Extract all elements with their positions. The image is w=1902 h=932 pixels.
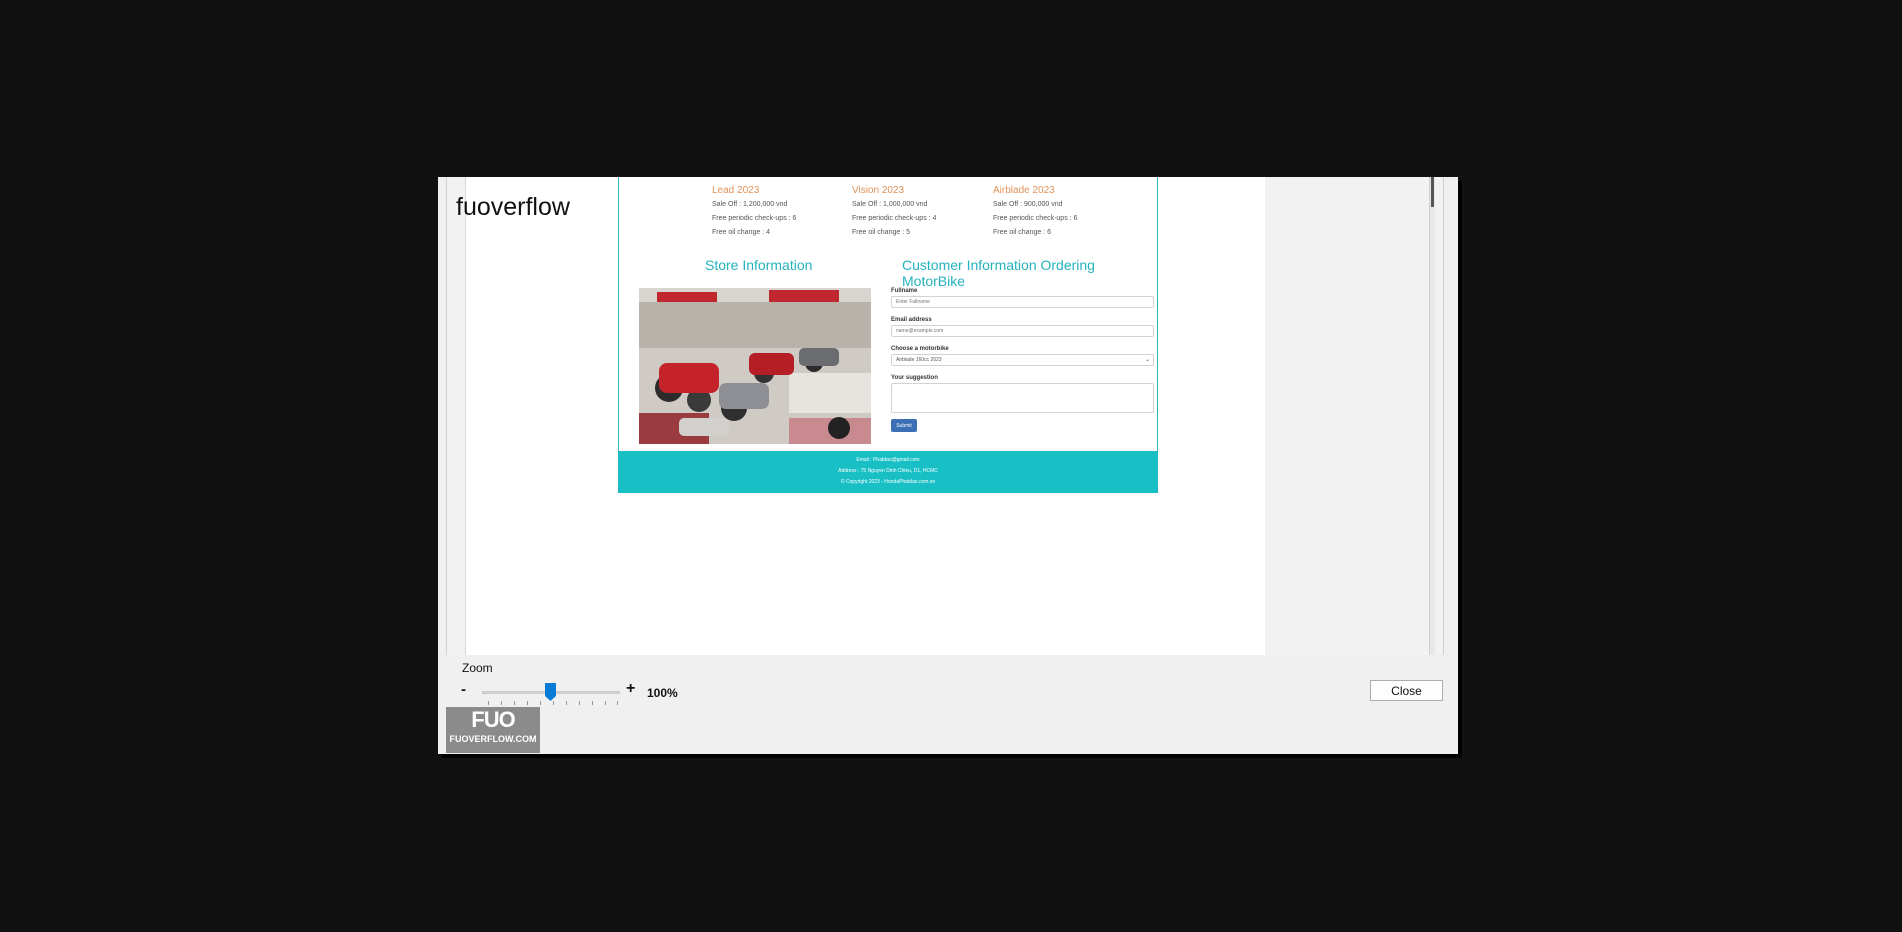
logo-main-text: FUO — [471, 707, 515, 732]
fuoverflow-logo: FUO FUOVERFLOW.COM — [446, 707, 540, 753]
viewer-title: fuoverflow — [456, 193, 570, 221]
fullname-input[interactable] — [891, 296, 1154, 308]
email-input[interactable] — [891, 325, 1154, 337]
promo-name: Vision 2023 — [852, 185, 905, 196]
zoom-out-button[interactable]: - — [461, 681, 466, 698]
zoom-in-button[interactable]: + — [626, 680, 635, 698]
vertical-scrollbar[interactable] — [1429, 177, 1435, 655]
promo-sale: Sale Off : 900,000 vnd — [993, 201, 1063, 208]
store-heading: Store Information — [705, 257, 813, 273]
promo-checkups: Free periodic check-ups : 6 — [712, 215, 797, 222]
promo-lead: Lead 2023 Sale Off : 1,200,000 vnd Free … — [712, 185, 842, 243]
footer-copyright: © Copyright 2023 - HondaPhatdao.com.vn — [840, 479, 936, 485]
suggestion-textarea[interactable] — [891, 383, 1154, 413]
page-footer: Email : Phatdao@gmail.com Address : 75 N… — [619, 451, 1157, 493]
zoom-value: 100% — [647, 686, 678, 700]
form-heading: Customer Information Ordering MotorBike — [902, 257, 1095, 289]
fullname-label: Fullname — [891, 288, 918, 294]
promo-oil: Free oil change : 4 — [712, 229, 770, 236]
page-canvas: Lead 2023 Sale Off : 1,200,000 vnd Free … — [465, 177, 1265, 655]
footer-address: Address : 75 Nguyen Dinh Chieu, D1, HCMC — [838, 468, 938, 474]
zoom-slider-thumb[interactable] — [545, 683, 556, 701]
image-viewer-window: fuoverflow Lead 2023 Sale Off : 1,200,00… — [438, 177, 1458, 754]
promo-checkups: Free periodic check-ups : 4 — [852, 215, 937, 222]
chevron-down-icon: ⌄ — [1144, 357, 1150, 363]
promo-vision: Vision 2023 Sale Off : 1,000,000 vnd Fre… — [852, 185, 982, 243]
zoom-slider-ticks — [488, 701, 618, 705]
footer-email: Email : Phatdao@gmail.com — [856, 457, 920, 463]
promo-airblade: Airblade 2023 Sale Off : 900,000 vnd Fre… — [993, 185, 1123, 243]
preview-area: Lead 2023 Sale Off : 1,200,000 vnd Free … — [446, 177, 1444, 655]
close-button[interactable]: Close — [1370, 680, 1443, 701]
motorbike-selected-value: Airblade 160cc 2023 — [896, 357, 942, 363]
store-photo — [639, 288, 871, 444]
web-page-screenshot: Lead 2023 Sale Off : 1,200,000 vnd Free … — [618, 177, 1158, 493]
promo-name: Lead 2023 — [712, 185, 760, 196]
promo-sale: Sale Off : 1,200,000 vnd — [712, 201, 788, 208]
email-label: Email address — [891, 317, 932, 323]
submit-button[interactable]: Submit — [891, 419, 917, 432]
promo-sale: Sale Off : 1,000,000 vnd — [852, 201, 928, 208]
suggestion-label: Your suggestion — [891, 375, 938, 381]
promo-oil: Free oil change : 6 — [993, 229, 1051, 236]
promo-checkups: Free periodic check-ups : 6 — [993, 215, 1078, 222]
logo-sub-text: FUOVERFLOW.COM — [449, 734, 537, 744]
promo-oil: Free oil change : 5 — [852, 229, 910, 236]
zoom-label: Zoom — [462, 661, 493, 675]
motorbike-select[interactable]: Airblade 160cc 2023 ⌄ — [891, 354, 1154, 366]
motorbike-label: Choose a motorbike — [891, 346, 949, 352]
showroom-image — [639, 288, 871, 444]
promo-name: Airblade 2023 — [993, 185, 1055, 196]
scrollbar-thumb[interactable] — [1431, 177, 1434, 207]
